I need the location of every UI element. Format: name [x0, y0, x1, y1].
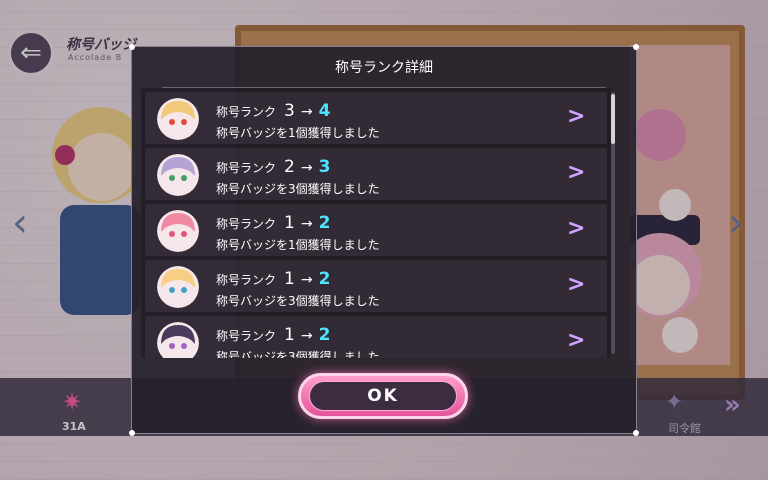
rank-to: 2	[318, 269, 331, 289]
list-item[interactable]: 称号ランク 2 → 3 称号バッジを3個獲得しました >	[141, 146, 611, 202]
list-item[interactable]: 称号ランク 1 → 2 称号バッジを3個獲得しました >	[141, 258, 611, 314]
list-item[interactable]: 称号ランク 1 → 2 称号バッジを3個獲得しました >	[141, 314, 611, 358]
rank-from: 2	[284, 157, 295, 177]
rank-description: 称号バッジを1個獲得しました	[216, 126, 380, 140]
character-avatar	[157, 154, 199, 196]
corner-dot	[633, 430, 639, 436]
list-item[interactable]: 称号ランク 1 → 2 称号バッジを1個獲得しました >	[141, 202, 611, 258]
list-item[interactable]: 称号ランク 3 → 4 称号バッジを1個獲得しました >	[141, 90, 611, 146]
rank-prefix: 称号ランク	[216, 161, 277, 175]
corner-dot	[129, 44, 135, 50]
ok-label: OK	[367, 386, 399, 406]
rank-line: 称号ランク 1 → 2	[216, 269, 330, 289]
rank-to: 3	[318, 157, 331, 177]
corner-dot	[633, 44, 639, 50]
chevron-right-icon[interactable]: >	[567, 104, 585, 129]
chevron-right-icon[interactable]: >	[567, 328, 585, 353]
rank-description: 称号バッジを1個獲得しました	[216, 238, 380, 252]
scroll-thumb[interactable]	[611, 94, 615, 144]
character-avatar	[157, 210, 199, 252]
character-avatar	[157, 322, 199, 358]
scrollbar[interactable]	[611, 92, 615, 354]
rank-prefix: 称号ランク	[216, 273, 277, 287]
rank-from: 1	[284, 325, 295, 345]
rank-to: 2	[318, 213, 331, 233]
ok-button[interactable]: OK	[298, 373, 468, 419]
rank-arrow: →	[300, 272, 313, 288]
chevron-right-icon[interactable]: >	[567, 160, 585, 185]
rank-arrow: →	[300, 328, 313, 344]
rank-arrow: →	[300, 104, 313, 120]
rank-line: 称号ランク 3 → 4	[216, 101, 330, 121]
corner-dot	[129, 430, 135, 436]
rank-prefix: 称号ランク	[216, 105, 277, 119]
rank-arrow: →	[300, 160, 313, 176]
rank-line: 称号ランク 1 → 2	[216, 213, 330, 233]
dialog-title: 称号ランク詳細	[335, 60, 433, 76]
rank-line: 称号ランク 1 → 2	[216, 325, 330, 345]
rank-from: 1	[284, 213, 295, 233]
rank-description: 称号バッジを3個獲得しました	[216, 350, 380, 358]
character-avatar	[157, 98, 199, 140]
rank-line: 称号ランク 2 → 3	[216, 157, 330, 177]
rank-prefix: 称号ランク	[216, 329, 277, 343]
rank-prefix: 称号ランク	[216, 217, 277, 231]
chevron-right-icon[interactable]: >	[567, 272, 585, 297]
rank-to: 4	[318, 101, 331, 121]
rank-description: 称号バッジを3個獲得しました	[216, 294, 380, 308]
character-avatar	[157, 266, 199, 308]
rank-list[interactable]: 称号ランク 3 → 4 称号バッジを1個獲得しました > 称号ランク 2 → 3 称号バッジを3個獲…	[141, 88, 611, 358]
rank-from: 1	[284, 269, 295, 289]
rank-description: 称号バッジを3個獲得しました	[216, 182, 380, 196]
rank-arrow: →	[300, 216, 313, 232]
rank-from: 3	[284, 101, 295, 121]
rank-to: 2	[318, 325, 331, 345]
chevron-right-icon[interactable]: >	[567, 216, 585, 241]
